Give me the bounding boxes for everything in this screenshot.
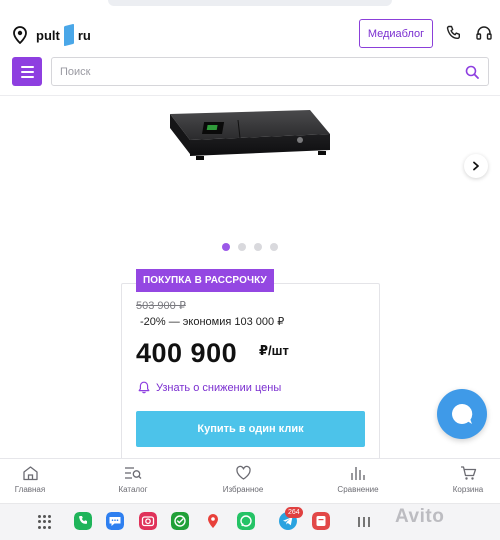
catalog-icon (125, 467, 142, 479)
heart-icon (235, 465, 251, 480)
installment-badge[interactable]: ПОКУПКА В РАССРОЧКУ (136, 269, 274, 292)
notify-label: Узнать о снижении цены (156, 381, 282, 394)
logo-text-ru: ru (77, 27, 91, 43)
buy-one-click-button[interactable]: Купить в один клик (136, 411, 365, 447)
home-icon (22, 466, 38, 481)
gallery-dot[interactable] (270, 243, 278, 251)
location-pin-icon[interactable] (12, 26, 28, 44)
discount-text: -20% — экономия 103 000 ₽ (140, 316, 285, 328)
logo[interactable]: pult ru (36, 23, 91, 47)
media-blog-button[interactable]: Медиаблог (359, 19, 433, 48)
menu-icon-line (20, 70, 34, 73)
compare-icon (351, 467, 365, 480)
gallery-dot[interactable] (238, 243, 246, 251)
header: pult ru Медиаблог (0, 14, 500, 54)
current-price: 400 900 (136, 338, 238, 368)
search-icon[interactable] (465, 65, 479, 79)
nav-home[interactable]: Главная (0, 465, 70, 494)
phone-app-icon[interactable] (74, 512, 92, 530)
cart-icon (460, 466, 476, 480)
gallery-dot[interactable] (254, 243, 262, 251)
nav-label: Избранное (222, 485, 264, 494)
nav-label: Каталог (118, 485, 148, 494)
next-slide-button[interactable] (464, 154, 488, 178)
messages-app-icon[interactable] (106, 512, 124, 530)
gallery-dot[interactable] (222, 243, 230, 251)
nav-label: Сравнение (337, 485, 379, 494)
nav-label: Главная (14, 485, 46, 494)
notes-app-icon[interactable] (312, 512, 330, 530)
gallery-dots (222, 243, 278, 251)
headset-icon[interactable] (475, 24, 493, 42)
page: pult ru Медиаблог Поиск ПОКУПКА В РАССРО… (0, 0, 500, 540)
bell-icon (138, 381, 150, 394)
product-image[interactable] (168, 100, 332, 168)
phone-icon[interactable] (446, 25, 462, 41)
logo-text-pult: pult (36, 27, 60, 43)
menu-icon-line (20, 65, 34, 68)
nav-compare[interactable]: Сравнение (318, 465, 398, 494)
search-box (51, 57, 489, 86)
chevron-right-icon (473, 161, 479, 171)
menu-icon-line (20, 75, 34, 78)
logo-mark (63, 23, 74, 47)
sberbank-app-icon[interactable] (171, 512, 189, 530)
price-unit: ₽/шт (259, 343, 289, 358)
nav-cart[interactable]: Корзина (428, 465, 500, 494)
chat-button[interactable] (437, 389, 487, 439)
nav-favorites[interactable]: Избранное (203, 465, 283, 494)
chat-bubble-icon (452, 403, 473, 424)
url-bar-pill (108, 0, 392, 6)
recent-apps-icon[interactable] (357, 515, 371, 529)
avito-watermark: Avito (395, 506, 445, 527)
bottom-nav: Главная Каталог Избранное Сравнение Корз… (0, 458, 500, 502)
nav-catalog[interactable]: Каталог (93, 465, 173, 494)
menu-button[interactable] (12, 57, 42, 86)
header-divider (0, 95, 500, 96)
nav-label: Корзина (452, 485, 484, 494)
search-input[interactable] (52, 58, 432, 85)
whatsapp-app-icon[interactable] (237, 512, 255, 530)
app-drawer-icon[interactable] (38, 515, 52, 529)
old-price: 503 900 ₽ (136, 300, 186, 312)
camera-app-icon[interactable] (139, 512, 157, 530)
maps-app-icon[interactable] (204, 512, 222, 530)
price-drop-notify-link[interactable]: Узнать о снижении цены (138, 381, 281, 394)
telegram-badge: 264 (285, 507, 303, 518)
